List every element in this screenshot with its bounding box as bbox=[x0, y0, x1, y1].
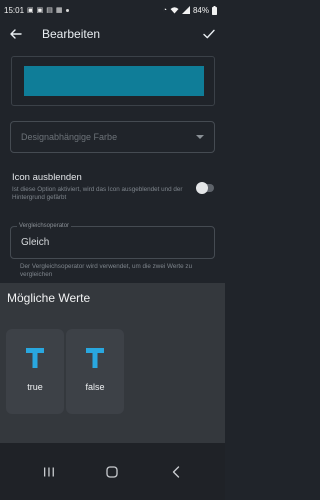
design-color-select[interactable]: Designabhängige Farbe bbox=[10, 121, 215, 153]
operator-field[interactable]: Vergleichsoperator Gleich bbox=[10, 223, 215, 259]
toggle-knob bbox=[196, 182, 208, 194]
status-right: ◔ 84% bbox=[162, 5, 217, 15]
text-t-icon bbox=[86, 348, 104, 368]
option-true[interactable]: true bbox=[6, 329, 64, 414]
text-t-icon bbox=[26, 348, 44, 368]
hide-icon-description: Ist diese Option aktiviert, wird das Ico… bbox=[12, 186, 183, 201]
calendar-icon: ▦ bbox=[55, 6, 63, 14]
design-color-select-label: Designabhängige Farbe bbox=[21, 132, 118, 142]
operator-label: Vergleichsoperator bbox=[17, 223, 72, 229]
image-icon: ▣ bbox=[36, 6, 44, 14]
operator-help-text: Der Vergleichsoperator wird verwendet, u… bbox=[20, 263, 193, 278]
hide-icon-setting: Icon ausblenden Ist diese Option aktivie… bbox=[12, 172, 217, 212]
status-left: 15:01 ▣ ▣ ▤ ▦ bbox=[4, 6, 69, 15]
back-icon[interactable] bbox=[166, 465, 186, 479]
page-title: Bearbeiten bbox=[42, 27, 101, 41]
status-time: 15:01 bbox=[4, 5, 25, 15]
sheet-title: Mögliche Werte bbox=[7, 291, 91, 305]
option-label: true bbox=[27, 382, 43, 392]
color-picker[interactable] bbox=[11, 56, 215, 106]
wifi-icon bbox=[170, 7, 179, 14]
chevron-down-icon bbox=[196, 135, 204, 139]
option-false[interactable]: false bbox=[66, 329, 124, 414]
battery-level: 84% bbox=[192, 5, 209, 15]
possible-values-sheet: Mögliche Werte true false bbox=[0, 283, 225, 443]
operator-value: Gleich bbox=[21, 237, 50, 248]
lock-icon: ▤ bbox=[46, 6, 53, 14]
hide-icon-title: Icon ausblenden bbox=[12, 172, 82, 183]
app-bar: Bearbeiten bbox=[0, 20, 225, 48]
hide-icon-toggle[interactable] bbox=[196, 182, 214, 194]
option-label: false bbox=[85, 382, 105, 392]
recents-icon[interactable] bbox=[39, 465, 59, 479]
status-bar: 15:01 ▣ ▣ ▤ ▦ ◔ 84% bbox=[0, 0, 225, 20]
battery-icon bbox=[212, 5, 217, 15]
check-icon[interactable] bbox=[201, 26, 217, 42]
alarm-icon: ◔ bbox=[162, 6, 167, 14]
color-swatch[interactable] bbox=[24, 66, 204, 96]
dot-icon bbox=[65, 8, 69, 12]
system-nav-bar bbox=[0, 443, 225, 500]
back-arrow-icon[interactable] bbox=[8, 26, 24, 42]
home-icon[interactable] bbox=[102, 465, 122, 479]
image-icon: ▣ bbox=[27, 6, 34, 14]
signal-icon bbox=[181, 6, 190, 14]
